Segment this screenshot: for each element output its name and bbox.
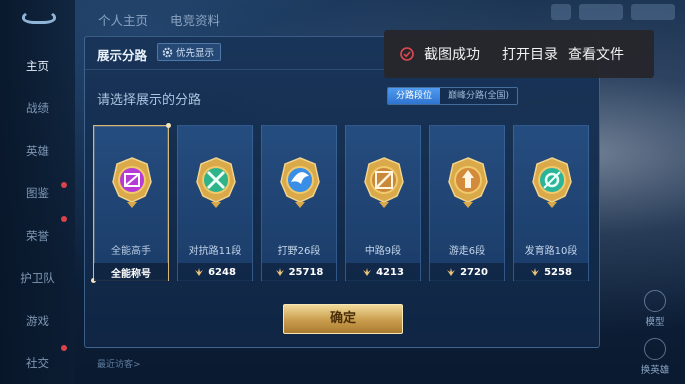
change-hero-icon <box>644 338 666 360</box>
sidebar-item-codex[interactable]: 图鉴 <box>0 182 75 201</box>
lane-stat: 2720 <box>430 263 504 281</box>
back-logo-icon[interactable] <box>22 10 56 24</box>
lane-stat-value: 25718 <box>288 266 324 278</box>
lane-stat: 全能称号 <box>94 263 168 281</box>
rank-type-toggle: 分路段位 巅峰分路(全国) <box>387 87 519 105</box>
tab-esports[interactable]: 电竞资料 <box>170 10 220 29</box>
notification-dot <box>61 182 67 188</box>
lane-card-all-round[interactable]: 全能高手 全能称号 <box>91 123 171 283</box>
jungle-emblem-icon <box>280 157 320 208</box>
sidebar-item-social[interactable]: 社交 <box>0 345 75 371</box>
notification-dot <box>61 345 67 351</box>
top-right-controls <box>551 4 675 20</box>
wing-rank-icon <box>531 267 540 276</box>
sidebar-item-label: 游戏 <box>26 314 49 328</box>
sidebar-item-home[interactable]: 主页 <box>0 58 75 74</box>
wing-rank-icon <box>447 267 456 276</box>
sidebar-item-label: 图鉴 <box>26 186 49 200</box>
sidebar-item-label: 荣誉 <box>26 229 49 243</box>
lane-card-jungle[interactable]: 打野26段 25718 <box>261 125 337 281</box>
model-label: 模型 <box>645 317 665 328</box>
lane-stat-value: 6248 <box>208 266 236 278</box>
sidebar-item-label: 英雄 <box>26 144 49 158</box>
lane-name: 游走6段 <box>448 246 486 257</box>
corner-sparkle-icon <box>166 123 171 128</box>
status-chip[interactable] <box>579 4 623 20</box>
sidebar-item-games[interactable]: 游戏 <box>0 313 75 329</box>
all-round-emblem-icon <box>112 157 152 208</box>
lane-card-clash[interactable]: 对抗路11段 6248 <box>177 125 253 281</box>
lane-name: 中路9段 <box>364 246 402 257</box>
lane-stat: 6248 <box>178 263 252 281</box>
model-button[interactable]: 模型 <box>635 290 675 328</box>
lane-name: 发育路10段 <box>524 246 578 257</box>
lane-stat-value: 2720 <box>460 266 488 278</box>
change-hero-label: 换英雄 <box>640 365 670 376</box>
lane-stat-value: 4213 <box>376 266 404 278</box>
lane-card-farm[interactable]: 发育路10段 5258 <box>513 125 589 281</box>
top-tabs: 个人主页 电竞资料 <box>98 10 220 29</box>
change-hero-button[interactable]: 换英雄 <box>635 338 675 376</box>
sidebar-item-label: 护卫队 <box>20 271 55 285</box>
lane-stat-value: 全能称号 <box>111 268 151 280</box>
priority-label: 优先显示 <box>176 48 215 59</box>
lane-name: 对抗路11段 <box>188 246 242 257</box>
segment-peak-lane[interactable]: 巅峰分路(全国) <box>440 88 518 104</box>
gear-icon <box>162 47 173 57</box>
sidebar-item-guard-team[interactable]: 护卫队 <box>0 270 75 286</box>
lane-card-roam[interactable]: 游走6段 2720 <box>429 125 505 281</box>
status-chip[interactable] <box>631 4 675 20</box>
lane-display-panel: 展示分路 优先显示 请选择展示的分路 分路段位 巅峰分路(全国) 全能高手 全能… <box>84 36 600 370</box>
recent-visitors-link[interactable]: 最近访客> <box>97 357 141 370</box>
sidebar-item-label: 战绩 <box>26 101 49 115</box>
view-file-link[interactable]: 查看文件 <box>568 44 624 64</box>
panel-subtitle: 请选择展示的分路 <box>97 93 202 108</box>
panel-title: 展示分路 <box>97 48 148 63</box>
sidebar-item-label: 社交 <box>26 356 49 370</box>
sidebar-item-honor[interactable]: 荣誉 <box>0 216 75 244</box>
lane-name: 打野26段 <box>277 246 321 257</box>
tab-profile[interactable]: 个人主页 <box>98 10 148 29</box>
clash-lane-emblem-icon <box>196 157 236 208</box>
wing-rank-icon <box>363 267 372 276</box>
roam-emblem-icon <box>448 157 488 208</box>
lane-stat-value: 5258 <box>544 266 572 278</box>
avatar[interactable] <box>551 4 571 20</box>
open-folder-link[interactable]: 打开目录 <box>502 44 558 64</box>
confirm-button[interactable]: 确定 <box>283 304 403 334</box>
model-icon <box>644 290 666 312</box>
priority-display-button[interactable]: 优先显示 <box>157 43 222 61</box>
lane-name: 全能高手 <box>111 246 151 257</box>
lane-stat: 5258 <box>514 263 588 281</box>
farm-lane-emblem-icon <box>532 157 572 208</box>
segment-lane-rank[interactable]: 分路段位 <box>388 88 441 104</box>
mid-lane-emblem-icon <box>364 157 404 208</box>
left-sidebar: 主页 战绩 英雄 图鉴 荣誉 护卫队 游戏 社交 <box>0 0 75 384</box>
sidebar-item-heroes[interactable]: 英雄 <box>0 143 75 159</box>
lane-stat: 25718 <box>262 263 336 281</box>
wing-rank-icon <box>195 267 204 276</box>
lane-stat: 4213 <box>346 263 420 281</box>
sidebar-item-label: 主页 <box>26 59 49 73</box>
screenshot-toast: 截图成功 打开目录 查看文件 <box>384 30 654 78</box>
notification-dot <box>61 216 67 222</box>
toast-message: 截图成功 <box>424 47 480 63</box>
sidebar-item-records[interactable]: 战绩 <box>0 100 75 116</box>
wing-rank-icon <box>275 267 284 276</box>
lane-card-mid[interactable]: 中路9段 4213 <box>345 125 421 281</box>
check-circle-icon <box>400 47 414 61</box>
